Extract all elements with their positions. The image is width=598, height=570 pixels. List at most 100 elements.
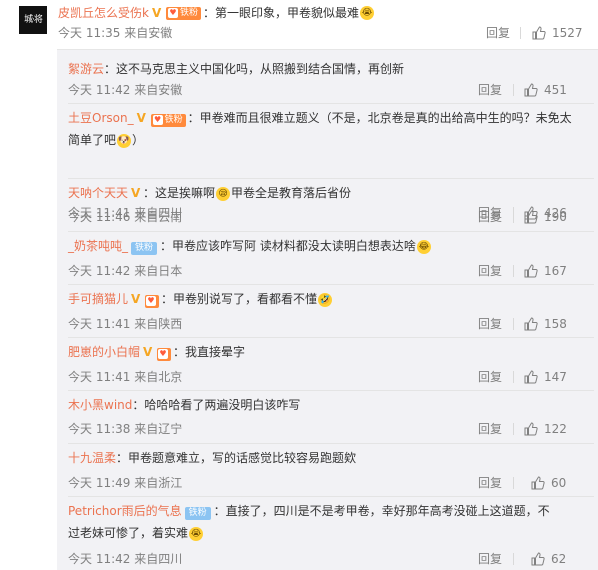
heart-icon: ♥ [146,296,157,306]
like-button[interactable]: 451 [524,83,567,97]
fan-badge: ♥ 铁粉 [150,113,186,127]
crying-emoji-icon: 😭 [359,6,374,20]
reply-username[interactable]: 木小黑wind [68,398,132,412]
reply-username[interactable]: _奶茶吨吨_ [68,239,128,253]
main-comment: 城·将 皮凯丘怎么受伤k V ♥ 铁粉 ：第一眼印象，甲卷貌似最难 😭 今天 1… [0,0,598,48]
divider [513,211,514,223]
reply-time: 今天 11:46 来自云南 [68,210,183,224]
reply-button[interactable]: 回复 [478,264,502,278]
like-button[interactable]: 190 [524,210,567,224]
like-button[interactable]: 167 [524,264,567,278]
avatar[interactable]: 城·将 [19,6,47,34]
reply-line: 天呐个天天 V ：这是挨嘛啊 😪 甲卷全是教育落后省份 [68,182,578,204]
like-count: 147 [544,370,567,384]
reply-line: Petrichor雨后的气息 铁粉 ：直接了，四川是不是考甲卷，幸好那年高考没碰上这… [68,500,558,544]
reply-text-end: 甲卷全是教育落后省份 [231,186,352,200]
vip-badge-icon: V [143,345,153,359]
fan-badge: ♥ [145,294,160,308]
heart-icon: ♥ [167,8,178,18]
reply-button[interactable]: 回复 [478,370,502,384]
divider [68,496,594,497]
main-comment-username[interactable]: 皮凯丘怎么受伤k [58,5,149,21]
divider [68,390,594,391]
crying-emoji-icon: 😭 [189,526,204,541]
vip-badge-icon: V [131,186,141,200]
like-button[interactable]: 147 [524,370,567,384]
like-count: 122 [544,422,567,436]
fan-badge: ♥ 铁粉 [165,6,201,20]
divider [513,477,514,489]
dog-emoji-icon: 🐶 [117,133,132,148]
divider [513,423,514,435]
replies-panel: 絮游云：这不马克思主义中国化吗，从照搬到结合国情，再创新 今天 11:42 来自… [57,49,598,570]
like-count: 60 [551,476,567,490]
like-button[interactable]: 60 [531,476,566,490]
reply-username[interactable]: 手可摘猫儿 [68,292,128,306]
reply-text: ：甲卷别说写了，看都看不懂 [161,292,318,306]
like-button[interactable]: 1527 [532,26,583,40]
fan-badge-label: 铁粉 [179,7,198,18]
divider [513,318,514,330]
reply-time: 今天 11:42 来自日本 [68,264,183,278]
heart-icon: ♥ [158,349,169,359]
like-button[interactable]: 158 [524,317,567,331]
main-comment-time: 今天 11:35 来自安徽 [58,26,173,40]
rolling-laugh-emoji-icon: 🤣 [318,292,333,307]
like-count: 62 [551,552,567,566]
thumbs-up-icon [524,370,538,384]
reply-time: 今天 11:42 来自四川 [68,552,183,566]
reply-username[interactable]: 十九温柔 [68,451,116,465]
like-count: 451 [544,83,567,97]
thumbs-up-icon [531,552,545,566]
reply-button[interactable]: 回复 [478,83,502,97]
laughing-emoji-icon: 😂 [416,239,431,254]
reply-time: 今天 11:49 来自浙江 [68,476,183,490]
reply-username[interactable]: 天呐个天天 [68,186,128,200]
reply-line: 土豆Orson_ V ♥ 铁粉 ：甲卷难而且很难立题义（不是，北京卷是真的出给高中生的吗… [68,107,578,151]
like-button[interactable]: 122 [524,422,567,436]
fan-badge: 铁粉 [184,507,211,520]
reply-time: 今天 11:42 来自安徽 [68,83,183,97]
reply-button[interactable]: 回复 [478,552,502,566]
reply-text: ：哈哈哈看了两遍没明白该咋写 [132,398,301,412]
divider [513,265,514,277]
thumbs-up-icon [531,476,545,490]
reply-line: 絮游云：这不马克思主义中国化吗，从照搬到结合国情，再创新 [68,58,578,80]
reply-button[interactable]: 回复 [478,210,502,224]
reply-text-end: ） [132,133,145,147]
reply-button[interactable]: 回复 [478,317,502,331]
reply-text: ：这不马克思主义中国化吗，从照搬到结合国情，再创新 [104,62,405,76]
divider [68,284,594,285]
reply-button[interactable]: 回复 [478,476,502,490]
reply-line: 手可摘猫儿 V ♥ ：甲卷别说写了，看都看不懂 🤣 [68,288,578,310]
reply-button[interactable]: 回复 [478,422,502,436]
vip-badge-icon: V [151,6,162,20]
like-button[interactable]: 62 [531,552,566,566]
fan-badge-label: 铁粉 [164,114,183,125]
fan-badge: 铁粉 [131,242,158,255]
divider [520,27,521,39]
main-comment-text: ：第一眼印象，甲卷貌似最难 [202,6,359,20]
divider [513,371,514,383]
reply-username[interactable]: Petrichor雨后的气息 [68,504,182,518]
divider [68,178,594,179]
sleepy-emoji-icon: 😪 [216,186,231,201]
fan-badge: ♥ [157,347,172,361]
like-count: 158 [544,317,567,331]
thumbs-up-icon [524,264,538,278]
like-count: 1527 [552,26,583,40]
reply-button[interactable]: 回复 [486,26,510,40]
heart-icon: ♥ [152,115,163,125]
thumbs-up-icon [524,422,538,436]
reply-text: ：甲卷题意难立，写的话感觉比较容易跑题欸 [116,451,357,465]
reply-username[interactable]: 肥崽的小白帽 [68,345,140,359]
divider [513,553,514,565]
reply-username[interactable]: 土豆Orson_ [68,111,134,125]
divider [513,84,514,96]
thumbs-up-icon [532,26,546,40]
reply-line: 肥崽的小白帽 V ♥ ：我直接晕字 [68,341,578,363]
vip-badge-icon: V [136,111,146,125]
reply-username[interactable]: 絮游云 [68,62,104,76]
thumbs-up-icon [524,317,538,331]
like-count: 167 [544,264,567,278]
